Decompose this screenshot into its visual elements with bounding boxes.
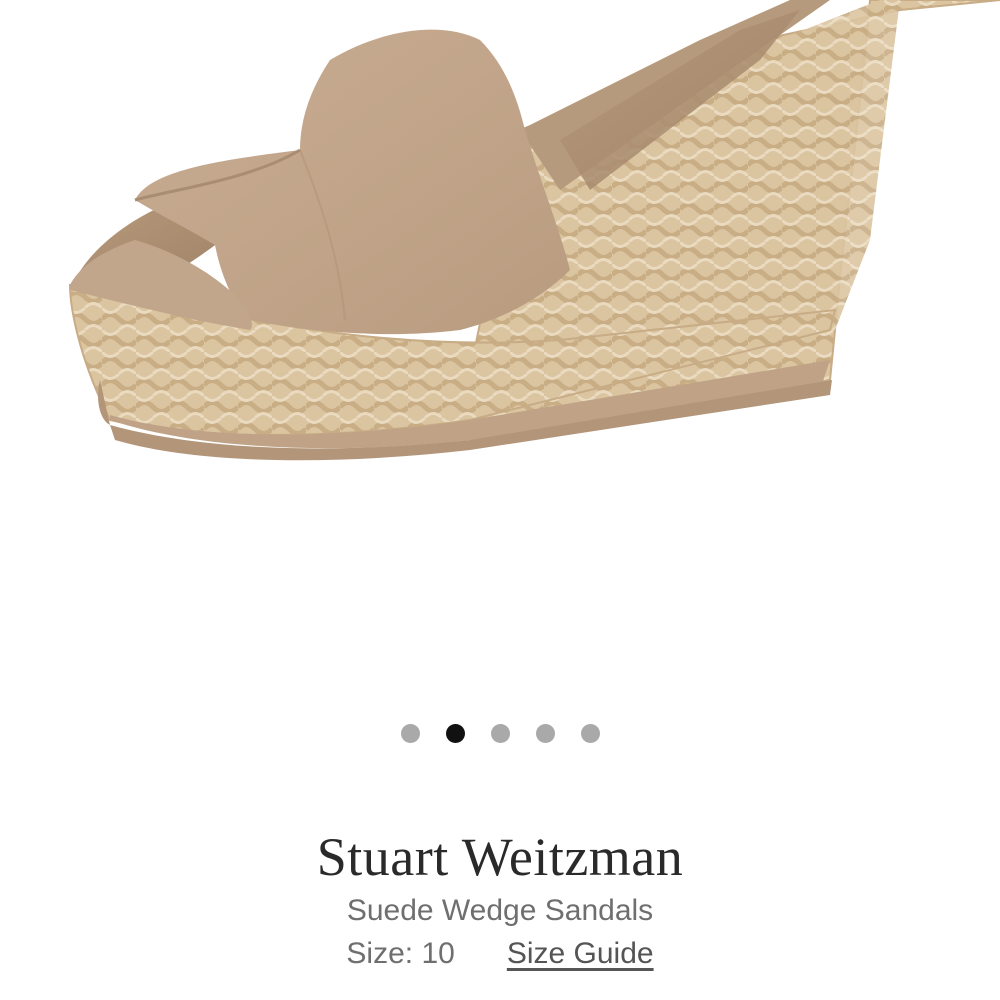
carousel-dot-1[interactable] bbox=[400, 723, 420, 743]
carousel-dot-3[interactable] bbox=[490, 723, 510, 743]
size-row: Size: 10 Size Guide bbox=[0, 937, 1000, 971]
product-page: Stuart Weitzman Suede Wedge Sandals Size… bbox=[0, 0, 1000, 1000]
product-photo[interactable] bbox=[0, 0, 1000, 700]
carousel-dot-4[interactable] bbox=[535, 723, 555, 743]
size-label: Size: 10 bbox=[346, 937, 455, 970]
brand-name: Stuart Weitzman bbox=[316, 827, 684, 887]
size-guide-link[interactable]: Size Guide bbox=[507, 937, 654, 970]
carousel-dot-5[interactable] bbox=[580, 723, 600, 743]
sandal-photo-illustration bbox=[68, 0, 1000, 461]
image-carousel-dots bbox=[0, 722, 1000, 744]
carousel-dot-2[interactable] bbox=[445, 723, 465, 743]
product-title: Suede Wedge Sandals bbox=[346, 894, 654, 927]
